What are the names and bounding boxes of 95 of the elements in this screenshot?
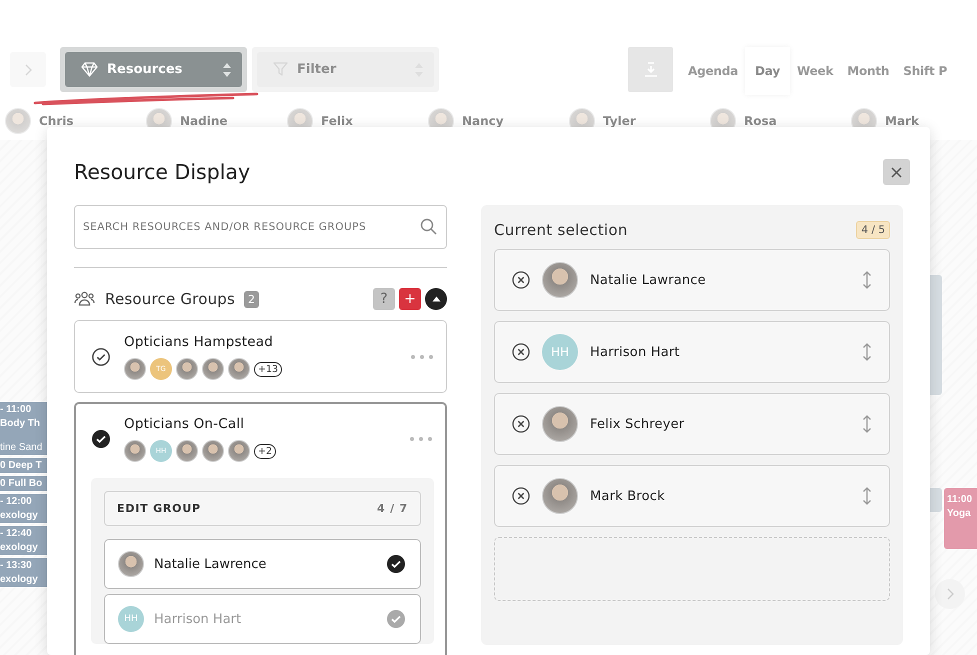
resources-dropdown[interactable]: Resources: [65, 52, 242, 87]
avatar-photo-placeholder: [118, 551, 144, 577]
avatar-photo-placeholder: [176, 358, 198, 380]
resource-name: Felix Schreyer: [590, 416, 686, 432]
avatar-photo-placeholder: [202, 440, 224, 462]
event-title: 0 Full Bo: [0, 478, 44, 489]
drag-arrows-icon[interactable]: [862, 414, 872, 434]
group-name: Opticians Hampstead: [124, 334, 274, 350]
event-detail: tine Sand: [0, 442, 44, 453]
dialog-title: Resource Display: [74, 159, 250, 184]
help-button[interactable]: ?: [373, 288, 395, 310]
edit-group-header[interactable]: EDIT GROUP 4 / 7: [104, 491, 421, 526]
panel-title: Current selection: [494, 221, 628, 239]
resource-name: Rosa: [744, 114, 777, 128]
drag-arrows-icon[interactable]: [862, 270, 872, 290]
avatar-photo-placeholder: [542, 478, 578, 514]
remove-circle-icon[interactable]: [512, 271, 530, 289]
close-icon: [891, 166, 902, 178]
caret-up-icon: [432, 296, 440, 302]
view-tab[interactable]: Shift P: [896, 47, 954, 95]
search-icon: [420, 218, 437, 235]
resource-name: Nadine: [180, 114, 228, 128]
event-time: - 12:40: [0, 528, 33, 539]
check-circle-icon[interactable]: [92, 430, 110, 448]
event-time: - 13:30: [0, 560, 33, 571]
resource-name: Tyler: [603, 114, 636, 128]
resource-name: Mark Brock: [590, 488, 666, 504]
event-block: [930, 488, 942, 512]
event-title: Body Th: [0, 418, 41, 429]
member-count: 4 / 7: [377, 502, 408, 515]
member-name: Harrison Hart: [154, 612, 242, 626]
download-icon: [644, 62, 658, 77]
selected-resource-row[interactable]: Mark Brock: [494, 465, 890, 527]
selected-resource-row[interactable]: Felix Schreyer: [494, 393, 890, 455]
panel-heading: EDIT GROUP: [117, 502, 201, 515]
sort-caret-icon: [222, 62, 232, 78]
chevron-right-icon: [946, 588, 954, 600]
remove-circle-icon[interactable]: [512, 487, 530, 505]
resource-name: Mark: [885, 114, 919, 128]
avatar-photo-placeholder: [228, 358, 250, 380]
check-circle-icon[interactable]: [92, 348, 110, 366]
avatar-photo-placeholder: [542, 262, 578, 298]
view-tab[interactable]: Month: [840, 47, 896, 95]
search-field[interactable]: SEARCH RESOURCES AND/OR RESOURCE GROUPS: [74, 205, 447, 249]
more-count-badge: +13: [254, 362, 282, 376]
more-dots-icon[interactable]: [410, 354, 434, 360]
avatar-initials: HH: [542, 334, 578, 370]
drag-arrows-icon[interactable]: [862, 486, 872, 506]
event-time: - 12:00: [0, 496, 33, 507]
check-circle-icon[interactable]: [387, 555, 405, 573]
view-tab[interactable]: Agenda: [681, 47, 746, 95]
view-tab[interactable]: Day: [745, 47, 790, 95]
add-button[interactable]: +: [399, 288, 421, 310]
group-name: Opticians On-Call: [124, 416, 246, 432]
resource-name: Natalie Lawrance: [590, 272, 707, 288]
avatar-photo-placeholder: [542, 406, 578, 442]
resource-name: Felix: [321, 114, 353, 128]
event-title: exology: [0, 574, 39, 585]
event-title: Yoga: [947, 508, 972, 519]
resource-name: Chris: [39, 114, 74, 128]
event-title: exology: [0, 510, 39, 521]
avatar-photo-placeholder: [202, 358, 224, 380]
event-time: 11:00: [947, 494, 974, 505]
event-title: exology: [0, 542, 39, 553]
section-title: Resource Groups: [105, 290, 236, 308]
more-count-badge: +2: [254, 444, 276, 458]
collapse-button[interactable]: [425, 288, 447, 310]
people-group-icon: [74, 291, 95, 307]
selected-resource-row[interactable]: Natalie Lawrance: [494, 249, 890, 311]
resource-name: Harrison Hart: [590, 344, 681, 360]
selected-resource-row[interactable]: HH Harrison Hart: [494, 321, 890, 383]
member-row[interactable]: HH Harrison Hart: [104, 594, 421, 644]
count-badge: 2: [244, 290, 260, 308]
close-button[interactable]: [883, 159, 910, 185]
remove-circle-icon[interactable]: [512, 343, 530, 361]
check-circle-icon[interactable]: [387, 610, 405, 628]
count-badge: 4 / 5: [856, 221, 890, 239]
remove-circle-icon[interactable]: [512, 415, 530, 433]
avatar-initials: HH: [118, 606, 144, 632]
avatar-photo-placeholder: [5, 108, 31, 134]
event-time: - 11:00: [0, 404, 32, 415]
avatar-photo-placeholder: [124, 440, 146, 462]
drag-arrows-icon[interactable]: [862, 342, 872, 362]
avatar-photo-placeholder: [124, 358, 146, 380]
filter-dropdown[interactable]: Filter: [257, 52, 434, 87]
view-tab[interactable]: Week: [790, 47, 840, 95]
diamond-icon: [81, 62, 98, 77]
member-row[interactable]: Natalie Lawrence: [104, 539, 421, 589]
resource-name: Nancy: [462, 114, 504, 128]
avatar-photo-placeholder: [176, 440, 198, 462]
chevron-right-icon: [24, 64, 32, 76]
member-name: Natalie Lawrence: [154, 556, 268, 572]
more-dots-icon[interactable]: [409, 436, 433, 442]
avatar-photo-placeholder: [228, 440, 250, 462]
event-title: 0 Deep T: [0, 460, 43, 471]
